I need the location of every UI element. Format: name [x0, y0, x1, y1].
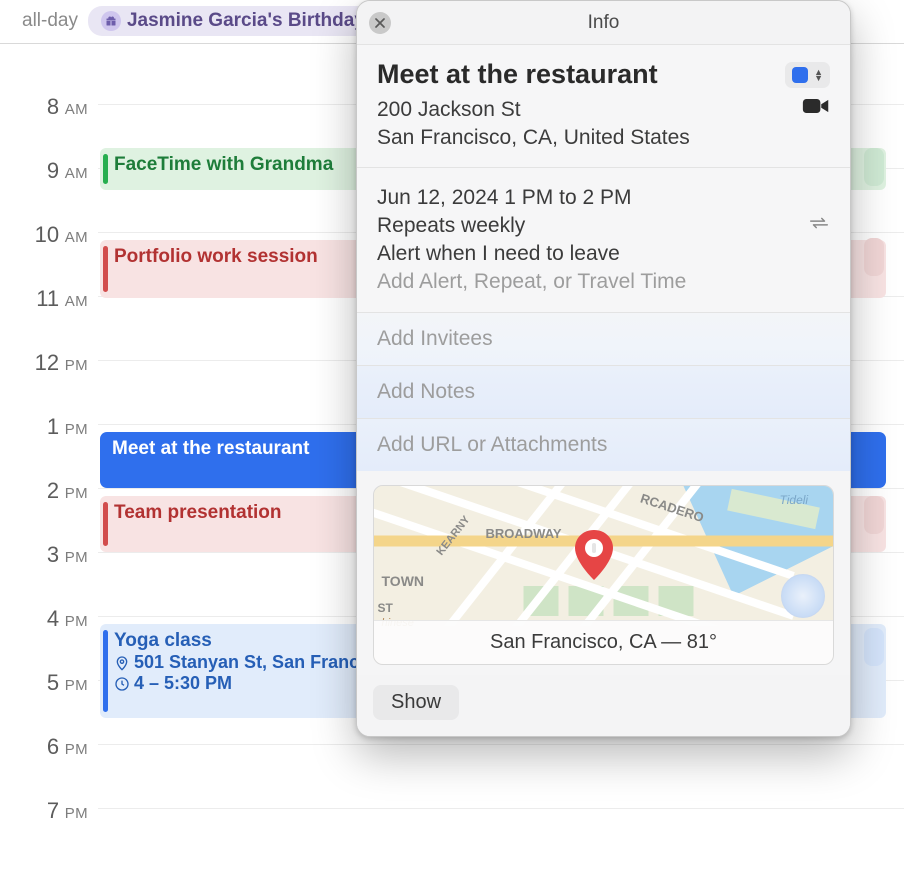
event-color-bar [103, 154, 108, 184]
all-day-event-pill[interactable]: Jasmine Garcia's Birthday [88, 6, 378, 36]
calendar-picker[interactable]: ▲▼ [785, 62, 830, 88]
show-button[interactable]: Show [373, 685, 459, 720]
alert-field[interactable]: Alert when I need to leave [377, 242, 830, 266]
clock-icon [114, 676, 130, 692]
video-icon [802, 96, 830, 116]
event-color-bar [103, 502, 108, 546]
svg-text:BROADWAY: BROADWAY [486, 526, 562, 541]
svg-text:Tideli: Tideli [780, 493, 809, 507]
hour-label: 6 PM [0, 734, 98, 760]
event-title: FaceTime with Grandma [114, 154, 333, 175]
popover-footer: Show [357, 675, 850, 736]
chevron-updown-icon: ▲▼ [814, 69, 823, 81]
hour-label: 12 PM [0, 350, 98, 376]
hour-label: 5 PM [0, 670, 98, 696]
svg-text:TOWN: TOWN [382, 573, 425, 589]
event-title-input[interactable]: Meet at the restaurant [377, 59, 658, 90]
hour-label: 2 PM [0, 478, 98, 504]
time-section: Jun 12, 2024 1 PM to 2 PM Repeats weekly… [357, 168, 850, 313]
hour-label: 11 AM [0, 286, 98, 312]
svg-text:ST: ST [378, 601, 394, 615]
hour-label: 9 AM [0, 158, 98, 184]
map-weather-banner: San Francisco, CA — 81° [374, 620, 833, 664]
event-sliver[interactable] [864, 238, 884, 276]
event-color-bar [103, 630, 108, 712]
event-title: Portfolio work session [114, 246, 318, 267]
map-preview[interactable]: BROADWAY RCADERO KEARNY TOWN ST Tideli h… [373, 485, 834, 665]
event-color-bar [103, 246, 108, 292]
add-url-field[interactable]: Add URL or Attachments [357, 419, 850, 471]
hour-label: 8 AM [0, 94, 98, 120]
hour-label: 1 PM [0, 414, 98, 440]
popover-title: Info [588, 12, 620, 34]
hour-label: 4 PM [0, 606, 98, 632]
location-field[interactable]: 200 Jackson St San Francisco, CA, United… [377, 96, 690, 153]
event-info-popover: Info Meet at the restaurant ▲▼ 200 Jacks… [356, 0, 851, 737]
title-section: Meet at the restaurant ▲▼ 200 Jackson St… [357, 45, 850, 168]
hour-label: 7 PM [0, 798, 98, 824]
add-notes-field[interactable]: Add Notes [357, 366, 850, 419]
video-call-button[interactable] [802, 96, 830, 121]
datetime-field[interactable]: Jun 12, 2024 1 PM to 2 PM [377, 186, 830, 210]
event-sliver[interactable] [864, 436, 884, 474]
all-day-event-title: Jasmine Garcia's Birthday [127, 10, 365, 32]
hour-label: 3 PM [0, 542, 98, 568]
pin-icon [114, 655, 130, 671]
all-day-label: all-day [22, 10, 78, 32]
gift-icon [101, 11, 121, 31]
repeats-field[interactable]: Repeats weekly [377, 214, 525, 238]
compass-icon [781, 574, 825, 618]
close-button[interactable] [369, 12, 391, 34]
map-pin-icon [574, 530, 614, 587]
popover-header: Info [357, 1, 850, 45]
repeat-icon [808, 214, 830, 238]
close-icon [375, 18, 385, 28]
event-sliver[interactable] [864, 148, 884, 186]
event-title: Meet at the restaurant [112, 438, 309, 459]
hour-label: 10 AM [0, 222, 98, 248]
add-alert-hint[interactable]: Add Alert, Repeat, or Travel Time [377, 270, 830, 294]
event-sliver[interactable] [864, 496, 884, 534]
event-sliver[interactable] [864, 628, 884, 666]
add-invitees-field[interactable]: Add Invitees [357, 313, 850, 366]
calendar-color-swatch [792, 67, 808, 83]
event-title: Team presentation [114, 502, 282, 523]
